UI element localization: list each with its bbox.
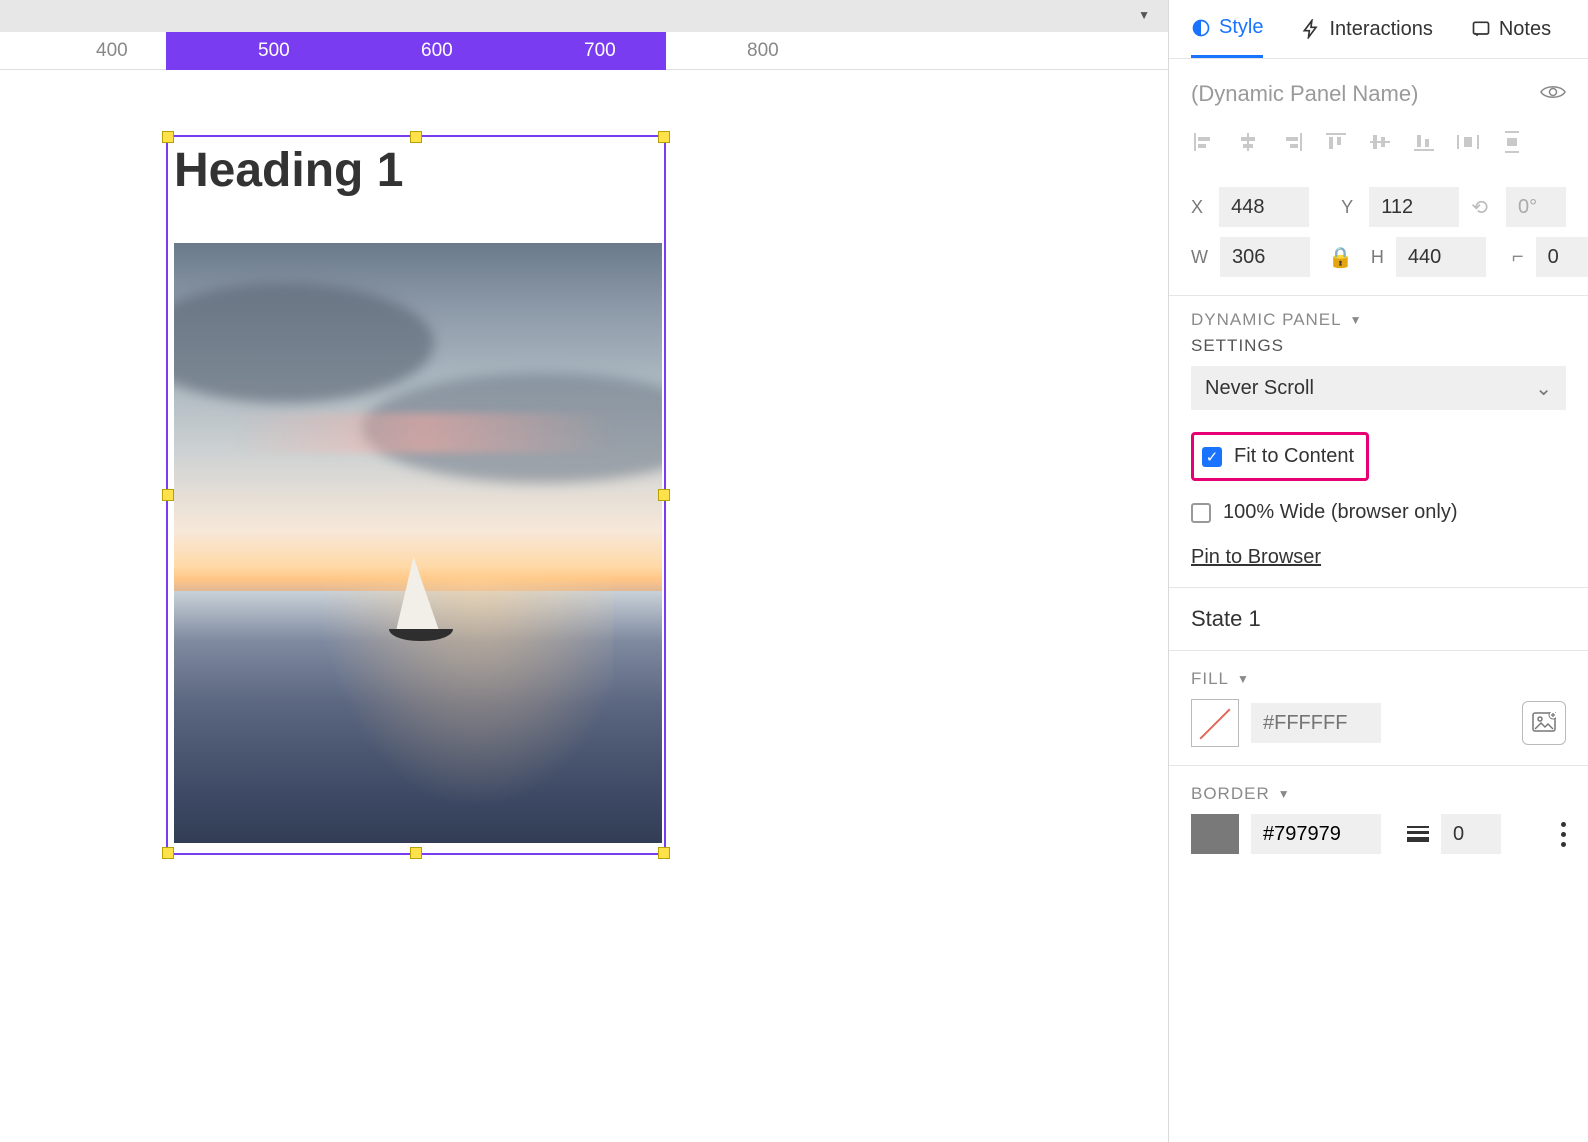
canvas-body[interactable]: Heading 1 [0,70,1168,1142]
alignment-toolbar [1169,125,1588,163]
fill-hex-input[interactable] [1251,703,1381,743]
element-name-input[interactable]: (Dynamic Panel Name) [1191,81,1418,107]
border-header[interactable]: BORDER▼ [1191,784,1566,804]
tab-interactions[interactable]: Interactions [1301,16,1432,58]
align-top-icon[interactable] [1323,131,1349,153]
pin-to-browser-link[interactable]: Pin to Browser [1191,546,1321,569]
border-width-input[interactable] [1441,814,1501,854]
notes-icon [1471,19,1491,39]
align-middle-icon[interactable] [1367,131,1393,153]
resize-handle-tl[interactable] [162,131,174,143]
fill-header[interactable]: FILL▼ [1191,669,1566,689]
w-label: W [1191,247,1208,268]
image-placeholder[interactable] [174,243,662,843]
y-label: Y [1341,197,1357,218]
align-center-h-icon[interactable] [1235,131,1261,153]
tab-interactions-label: Interactions [1329,18,1432,41]
panel-tabs: Style Interactions Notes [1169,0,1588,59]
width-input[interactable] [1220,237,1310,277]
dynamic-panel-header[interactable]: DYNAMIC PANEL▼ [1191,310,1566,330]
border-width-icon[interactable] [1407,826,1429,842]
heading-text[interactable]: Heading 1 [168,137,664,198]
fit-to-content-label: Fit to Content [1234,445,1354,468]
selection-box[interactable]: Heading 1 [166,135,666,855]
align-left-icon[interactable] [1191,131,1217,153]
y-input[interactable] [1369,187,1459,227]
tab-notes[interactable]: Notes [1471,16,1551,58]
h-label: H [1371,247,1384,268]
chevron-down-icon: ▼ [1237,672,1250,686]
chevron-down-icon: ▼ [1278,787,1291,801]
resize-handle-bl[interactable] [162,847,174,859]
style-icon [1191,18,1211,38]
canvas-area[interactable]: ▼ 400 500 600 700 800 Heading 1 [0,0,1168,1142]
resize-handle-tm[interactable] [410,131,422,143]
x-input[interactable] [1219,187,1309,227]
lightning-icon [1301,19,1321,39]
settings-label: SETTINGS [1191,336,1566,356]
distribute-v-icon[interactable] [1499,131,1525,153]
chevron-down-icon: ▼ [1350,313,1363,327]
x-label: X [1191,197,1207,218]
lock-aspect-icon[interactable]: 🔒 [1328,245,1353,270]
resize-handle-br[interactable] [658,847,670,859]
horizontal-ruler[interactable]: 400 500 600 700 800 [0,32,1168,70]
resize-handle-bm[interactable] [410,847,422,859]
tab-notes-label: Notes [1499,18,1551,41]
tab-style-label: Style [1219,16,1263,39]
image-fill-button[interactable] [1522,701,1566,745]
fill-swatch[interactable] [1191,699,1239,747]
corner-radius-input[interactable] [1536,237,1588,277]
rotation-input[interactable] [1506,187,1566,227]
distribute-h-icon[interactable] [1455,131,1481,153]
border-swatch[interactable] [1191,814,1239,854]
scroll-select[interactable]: Never Scroll ⌄ [1191,366,1566,410]
align-bottom-icon[interactable] [1411,131,1437,153]
boat-graphic [389,615,449,705]
border-hex-input[interactable] [1251,814,1381,854]
scroll-select-value: Never Scroll [1205,377,1314,400]
fit-to-content-highlight: ✓ Fit to Content [1191,432,1369,481]
resize-handle-ml[interactable] [162,489,174,501]
visibility-icon[interactable] [1540,81,1566,107]
toolbar-caret-icon[interactable]: ▼ [1138,8,1150,22]
properties-panel: Style Interactions Notes (Dynamic Panel … [1168,0,1588,1142]
tab-style[interactable]: Style [1191,16,1263,58]
canvas-toolbar: ▼ [0,0,1168,32]
state-row[interactable]: State 1 [1169,587,1588,650]
hundred-wide-label: 100% Wide (browser only) [1223,501,1458,524]
align-right-icon[interactable] [1279,131,1305,153]
chevron-down-icon: ⌄ [1535,376,1552,401]
hundred-wide-checkbox[interactable] [1191,503,1211,523]
more-options-icon[interactable] [1561,822,1566,847]
rotate-icon[interactable]: ⟲ [1471,195,1488,220]
fit-to-content-checkbox[interactable]: ✓ [1202,447,1222,467]
resize-handle-tr[interactable] [658,131,670,143]
resize-handle-mr[interactable] [658,489,670,501]
height-input[interactable] [1396,237,1486,277]
corner-radius-icon: ⌐ [1512,246,1524,269]
